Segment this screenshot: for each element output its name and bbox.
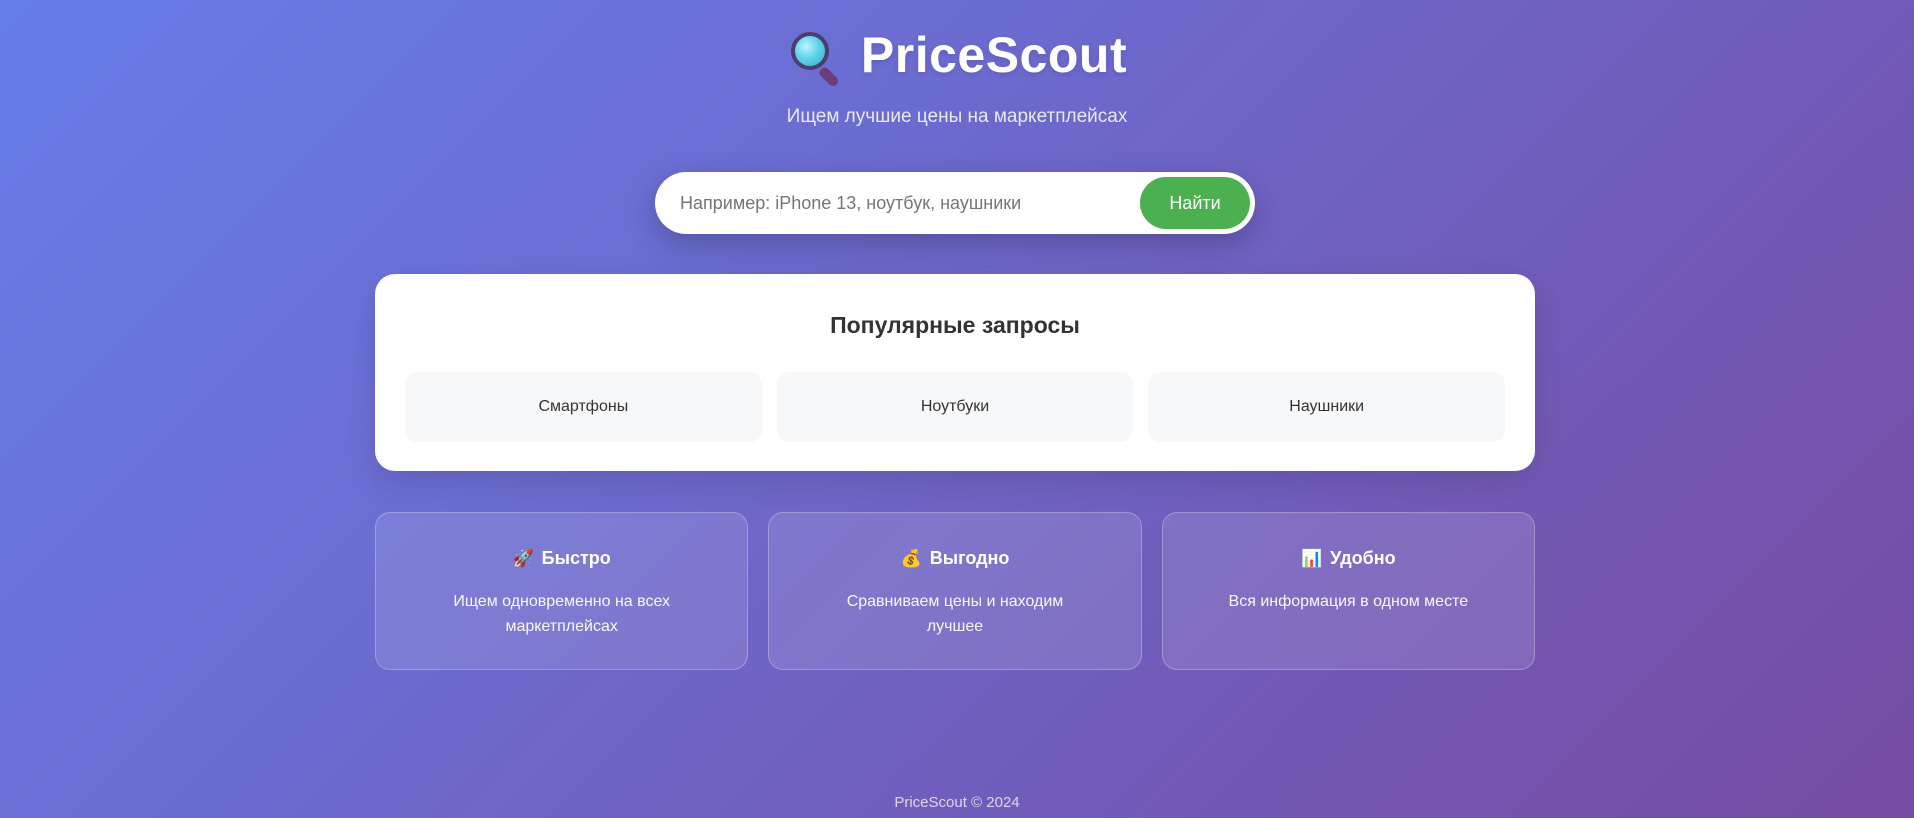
bar-chart-icon: 📊 xyxy=(1300,548,1323,568)
search-button[interactable]: Найти xyxy=(1140,177,1250,229)
rocket-icon: 🚀 xyxy=(512,548,534,568)
popular-query-smartphones[interactable]: Смартфоны xyxy=(405,372,762,442)
feature-card-fast: 🚀 Быстро Ищем одновременно на всех марке… xyxy=(375,512,749,670)
magnifying-glass-icon xyxy=(787,28,841,89)
feature-title: Удобно xyxy=(1330,548,1396,568)
footer-copyright: PriceScout © 2024 xyxy=(894,794,1020,811)
app-title: PriceScout xyxy=(860,27,1128,83)
popular-query-laptops[interactable]: Ноутбуки xyxy=(776,372,1134,442)
popular-queries-heading: Популярные запросы xyxy=(830,312,1080,338)
feature-card-convenient: 📊 Удобно Вся информация в одном месте xyxy=(1161,512,1535,670)
popular-queries-list: Смартфоны Ноутбуки Наушники xyxy=(405,372,1506,442)
app-header: PriceScout xyxy=(0,26,1914,89)
feature-text: Вся информация в одном месте xyxy=(1228,593,1469,610)
popular-query-headphones[interactable]: Наушники xyxy=(1148,372,1506,442)
money-bag-icon: 💰 xyxy=(900,548,922,568)
feature-text: Ищем одновременно на всех маркетплейсах xyxy=(453,593,671,635)
search-input[interactable] xyxy=(680,192,1140,214)
app-subtitle: Ищем лучшие цены на маркетплейсах xyxy=(786,106,1128,127)
feature-title: Быстро xyxy=(541,548,611,568)
feature-card-profitable: 💰 Выгодно Сравниваем цены и находим лучш… xyxy=(768,512,1142,670)
features-section: 🚀 Быстро Ищем одновременно на всех марке… xyxy=(375,512,1535,670)
search-bar: Найти xyxy=(655,172,1255,234)
popular-queries-card: Популярные запросы Смартфоны Ноутбуки На… xyxy=(375,274,1535,471)
feature-title: Выгодно xyxy=(929,548,1010,568)
feature-text: Сравниваем цены и находим лучшее xyxy=(846,593,1064,635)
